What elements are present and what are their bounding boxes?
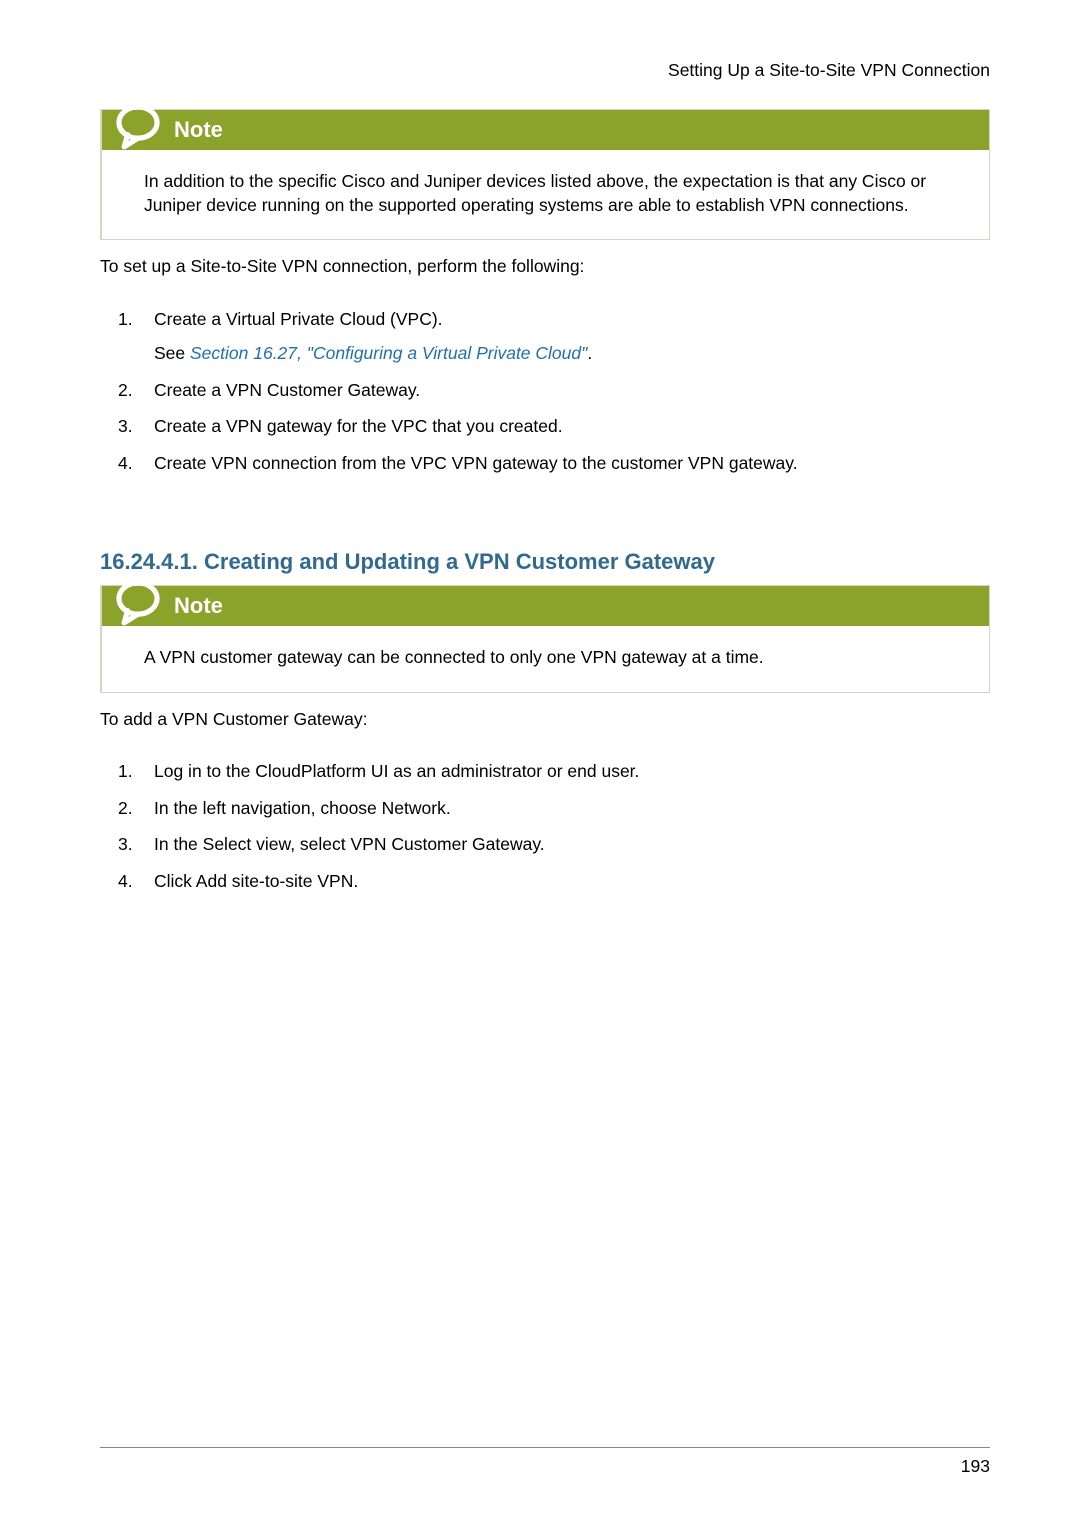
see-suffix: . [587, 343, 592, 363]
note-box-gateway-limit: Note A VPN customer gateway can be conne… [100, 585, 990, 693]
list-item: Create VPN connection from the VPC VPN g… [100, 451, 990, 476]
see-prefix: See [154, 343, 190, 363]
step-text: Create VPN connection from the VPC VPN g… [154, 453, 798, 473]
running-header: Setting Up a Site-to-Site VPN Connection [100, 60, 990, 81]
note-box-compatibility: Note In addition to the specific Cisco a… [100, 109, 990, 240]
step-text: Click Add site-to-site VPN. [154, 871, 358, 891]
page-number: 193 [961, 1456, 990, 1476]
vpc-config-link[interactable]: Section 16.27, "Configuring a Virtual Pr… [190, 343, 587, 363]
step-text: In the Select view, select VPN Customer … [154, 834, 545, 854]
section-title: Creating and Updating a VPN Customer Gat… [204, 549, 715, 574]
step-text: Create a VPN Customer Gateway. [154, 380, 420, 400]
list-item: Click Add site-to-site VPN. [100, 869, 990, 894]
step-text: Log in to the CloudPlatform UI as an adm… [154, 761, 639, 781]
page: Setting Up a Site-to-Site VPN Connection… [0, 0, 1080, 1527]
speech-bubble-icon [112, 100, 164, 152]
page-footer: 193 [100, 1447, 990, 1477]
list-item: Create a Virtual Private Cloud (VPC). Se… [100, 307, 990, 366]
setup-steps-list: Create a Virtual Private Cloud (VPC). Se… [100, 295, 990, 488]
note-title: Note [174, 593, 223, 619]
intro2-paragraph: To add a VPN Customer Gateway: [100, 707, 990, 732]
step-text: Create a VPN gateway for the VPC that yo… [154, 416, 563, 436]
list-item: Log in to the CloudPlatform UI as an adm… [100, 759, 990, 784]
list-item: Create a VPN Customer Gateway. [100, 378, 990, 403]
speech-bubble-icon [112, 576, 164, 628]
intro-paragraph: To set up a Site-to-Site VPN connection,… [100, 254, 990, 279]
note-icon-wrap [102, 586, 172, 626]
section-heading: 16.24.4.1. Creating and Updating a VPN C… [100, 549, 990, 575]
list-item: In the Select view, select VPN Customer … [100, 832, 990, 857]
step-text: Create a Virtual Private Cloud (VPC). [154, 309, 443, 329]
note-body: A VPN customer gateway can be connected … [102, 626, 989, 692]
note-header: Note [102, 586, 989, 626]
note-body: In addition to the specific Cisco and Ju… [102, 150, 989, 239]
section-number: 16.24.4.1. [100, 549, 198, 574]
note-icon-wrap [102, 110, 172, 150]
note-title: Note [174, 117, 223, 143]
add-gateway-steps-list: Log in to the CloudPlatform UI as an adm… [100, 747, 990, 905]
step-sub: See Section 16.27, "Configuring a Virtua… [154, 341, 990, 366]
note-header: Note [102, 110, 989, 150]
list-item: Create a VPN gateway for the VPC that yo… [100, 414, 990, 439]
list-item: In the left navigation, choose Network. [100, 796, 990, 821]
step-text: In the left navigation, choose Network. [154, 798, 451, 818]
